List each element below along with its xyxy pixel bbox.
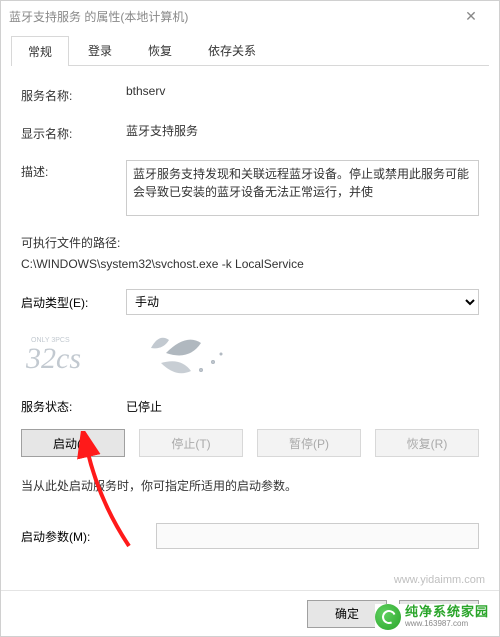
status-label: 服务状态: [21,398,126,415]
brand-badge: 纯净系统家园 www.163987.com [375,604,489,630]
svg-text:32cs: 32cs [25,342,81,375]
tab-dependencies[interactable]: 依存关系 [191,35,273,65]
brand-url: www.163987.com [405,620,489,629]
display-name-value: 蓝牙支持服务 [126,122,479,139]
close-icon: ✕ [465,8,477,25]
properties-dialog: 蓝牙支持服务 的属性(本地计算机) ✕ 常规 登录 恢复 依存关系 服务名称: … [0,0,500,637]
status-value: 已停止 [126,398,162,415]
row-service-name: 服务名称: bthserv [21,84,479,104]
titlebar: 蓝牙支持服务 的属性(本地计算机) ✕ [1,1,499,31]
description-textbox[interactable]: 蓝牙服务支持发现和关联远程蓝牙设备。停止或禁用此服务可能会导致已安装的蓝牙设备无… [126,160,479,216]
pause-button: 暂停(P) [257,429,361,457]
brand-name: 纯净系统家园 [405,605,489,619]
exe-path-value: C:\WINDOWS\system32\svchost.exe -k Local… [21,257,479,271]
row-start-params: 启动参数(M): [21,523,479,549]
stop-button: 停止(T) [139,429,243,457]
row-startup-type: 启动类型(E): 手动 [21,289,479,315]
resume-button: 恢复(R) [375,429,479,457]
tab-general[interactable]: 常规 [11,36,69,66]
row-exe-path: 可执行文件的路径: C:\WINDOWS\system32\svchost.ex… [21,234,479,271]
start-params-input [156,523,479,549]
tabs-container: 常规 登录 恢复 依存关系 [1,31,499,66]
row-description: 描述: 蓝牙服务支持发现和关联远程蓝牙设备。停止或禁用此服务可能会导致已安装的蓝… [21,160,479,216]
start-params-hint: 当从此处启动服务时，你可指定所适用的启动参数。 [21,477,479,495]
startup-type-select[interactable]: 手动 [126,289,479,315]
tab-recovery[interactable]: 恢复 [131,35,189,65]
service-name-label: 服务名称: [21,84,126,104]
exe-path-label: 可执行文件的路径: [21,234,479,251]
tab-logon[interactable]: 登录 [71,35,129,65]
description-label: 描述: [21,160,126,180]
close-button[interactable]: ✕ [451,1,491,31]
watermark-decoration: 32cs ONLY 3PCS [21,333,479,388]
window-title: 蓝牙支持服务 的属性(本地计算机) [9,8,188,25]
startup-type-label: 启动类型(E): [21,294,126,311]
start-params-label: 启动参数(M): [21,528,156,545]
tab-content: 服务名称: bthserv 显示名称: 蓝牙支持服务 描述: 蓝牙服务支持发现和… [1,66,499,581]
start-button[interactable]: 启动(S) [21,429,125,457]
row-status: 服务状态: 已停止 [21,398,479,415]
service-control-buttons: 启动(S) 停止(T) 暂停(P) 恢复(R) [21,429,479,457]
display-name-label: 显示名称: [21,122,126,142]
brand-logo-icon [375,604,401,630]
svg-text:ONLY 3PCS: ONLY 3PCS [31,337,70,344]
row-display-name: 显示名称: 蓝牙支持服务 [21,122,479,142]
tabs: 常规 登录 恢复 依存关系 [11,35,489,66]
service-name-value: bthserv [126,84,479,98]
watermark-site-url: www.yidaimm.com [394,574,485,586]
